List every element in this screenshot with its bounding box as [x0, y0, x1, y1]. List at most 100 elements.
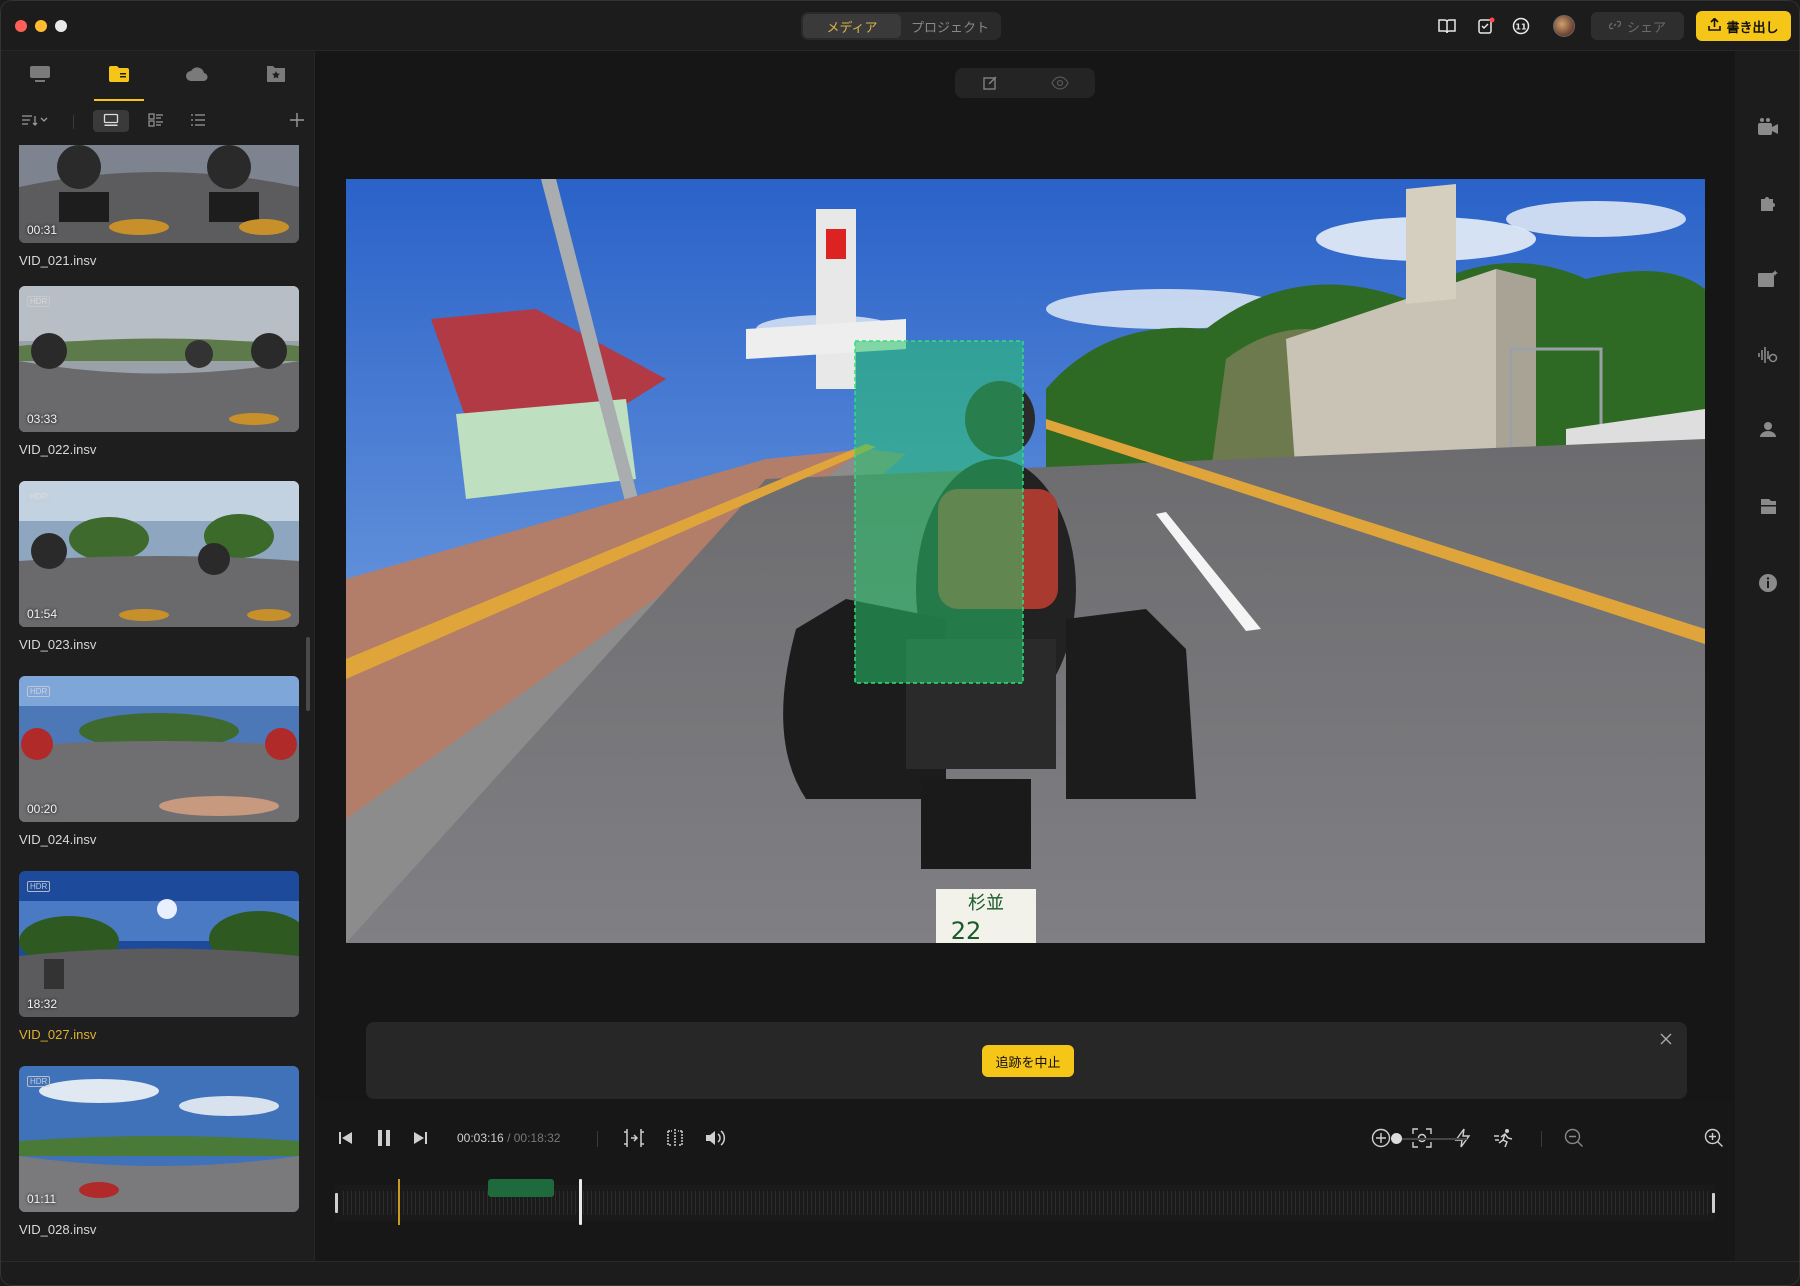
playhead[interactable] [579, 1179, 582, 1225]
maximize-window-button[interactable] [55, 20, 67, 32]
preview-mode-button[interactable] [1025, 68, 1095, 98]
tab-project[interactable]: プロジェクト [901, 14, 999, 38]
export-icon [1708, 17, 1722, 34]
sort-button[interactable] [19, 110, 51, 132]
timeline[interactable] [335, 1179, 1715, 1227]
thumbnail-image [19, 481, 299, 627]
media-item-vid-022[interactable]: HDR 03:33 VID_022.insv [19, 286, 299, 457]
duration: 18:32 [27, 997, 58, 1011]
thumbnail-image [19, 145, 299, 243]
thumbnail-image [19, 1066, 299, 1212]
video-effects-icon[interactable] [1756, 267, 1780, 291]
tab-favorites[interactable] [237, 51, 316, 101]
camera-icon[interactable] [1756, 115, 1780, 139]
media-item-vid-021[interactable]: 00:31 VID_021.insv [19, 145, 299, 268]
zoom-in-icon[interactable] [1701, 1125, 1727, 1151]
thumbnail: 00:31 [19, 145, 299, 243]
duration: 01:11 [27, 1192, 57, 1206]
playback-controls: 00:03:16 / 00:18:32 [315, 1101, 1735, 1261]
zoom-slider-track[interactable] [1397, 1138, 1467, 1140]
badge-icon[interactable]: 11 [1509, 14, 1533, 38]
stop-tracking-button[interactable]: 追跡を中止 [982, 1045, 1074, 1077]
skip-back-icon[interactable] [333, 1125, 359, 1151]
close-icon [1659, 1030, 1673, 1050]
tab-local-files[interactable] [80, 51, 159, 101]
timeline-end-handle[interactable] [1712, 1193, 1715, 1213]
avatar[interactable] [1553, 15, 1575, 37]
volume-icon[interactable] [703, 1125, 729, 1151]
sort-icon [21, 113, 49, 130]
in-point-marker[interactable] [398, 1179, 400, 1225]
svg-text:22: 22 [951, 917, 982, 943]
duration: 01:54 [27, 607, 58, 621]
divider [597, 1131, 598, 1147]
tab-media[interactable]: メディア [803, 14, 901, 38]
duration: 00:20 [27, 802, 58, 816]
hdr-badge: HDR [27, 1076, 51, 1087]
thumbnail: HDR 18:32 [19, 871, 299, 1017]
pause-icon[interactable] [371, 1125, 397, 1151]
duration: 00:31 [27, 223, 58, 237]
time-separator: / [507, 1131, 511, 1145]
thumbnail-image [19, 286, 299, 432]
edit-mode-button[interactable] [955, 68, 1025, 98]
list-icon [190, 113, 206, 130]
view-switcher: メディア プロジェクト [801, 12, 1001, 40]
skip-forward-icon[interactable] [407, 1125, 433, 1151]
trim-start-icon[interactable] [621, 1125, 647, 1151]
toolbar-divider [73, 115, 74, 129]
export-button[interactable]: 書き出し [1696, 11, 1791, 41]
thumbnail: HDR 01:54 [19, 481, 299, 627]
tracking-box[interactable] [854, 340, 1024, 684]
info-icon[interactable] [1756, 571, 1780, 595]
close-window-button[interactable] [15, 20, 27, 32]
person-icon[interactable] [1756, 419, 1780, 443]
motion-tracking-icon[interactable] [1491, 1125, 1517, 1151]
total-time: 00:18:32 [513, 1131, 561, 1145]
grid-view-button[interactable] [143, 110, 169, 132]
close-tracking-panel-button[interactable] [1659, 1030, 1673, 1051]
current-time: 00:03:16 [457, 1131, 504, 1145]
sidebar-tabs [1, 51, 315, 101]
folder-icon [108, 65, 130, 88]
media-item-vid-024[interactable]: HDR 00:20 VID_024.insv [19, 676, 299, 847]
large-thumbnail-view-button[interactable] [93, 110, 129, 132]
divider [1541, 1131, 1542, 1147]
share-button[interactable]: シェア [1591, 12, 1684, 40]
tab-cloud[interactable] [158, 51, 237, 101]
tab-device[interactable] [1, 51, 80, 101]
duration: 03:33 [27, 412, 58, 426]
file-name: VID_022.insv [19, 442, 97, 457]
tracked-segment[interactable] [488, 1179, 554, 1197]
audio-settings-icon[interactable] [1756, 343, 1780, 367]
add-media-button[interactable] [285, 110, 309, 132]
video-frame: 杉並 22 [346, 179, 1705, 943]
list-view-button[interactable] [185, 110, 211, 132]
zoom-slider-handle[interactable] [1391, 1133, 1402, 1144]
zoom-out-icon[interactable] [1561, 1125, 1587, 1151]
plugin-icon[interactable] [1756, 191, 1780, 215]
file-name: VID_027.insv [19, 1027, 97, 1042]
video-preview[interactable]: 杉並 22 [346, 179, 1705, 943]
share-label: シェア [1626, 19, 1666, 35]
split-clip-icon[interactable] [662, 1125, 688, 1151]
timeline-start-handle[interactable] [335, 1193, 338, 1213]
edit-mode-toggle [955, 68, 1095, 98]
media-item-vid-028[interactable]: HDR 01:11 VID_028.insv [19, 1066, 299, 1237]
file-name: VID_023.insv [19, 637, 97, 652]
files-icon[interactable] [1756, 495, 1780, 519]
media-item-vid-023[interactable]: HDR 01:54 VID_023.insv [19, 481, 299, 652]
thumbnail-image [19, 871, 299, 1017]
media-item-vid-027[interactable]: HDR 18:32 VID_027.insv [19, 871, 299, 1042]
minimize-window-button[interactable] [35, 20, 47, 32]
sidebar-scrollbar[interactable] [306, 637, 310, 711]
edit-icon [955, 75, 1025, 91]
grid-icon [148, 112, 164, 130]
notes-icon[interactable] [1474, 14, 1498, 38]
hdr-badge: HDR [27, 686, 51, 697]
favorites-icon [265, 65, 287, 88]
book-icon[interactable] [1435, 14, 1459, 38]
tracking-panel: 追跡を中止 [366, 1022, 1687, 1099]
sidebar-toolbar [1, 106, 315, 136]
title-bar: メディア プロジェクト 11 シェア 書き出し [1, 1, 1799, 51]
